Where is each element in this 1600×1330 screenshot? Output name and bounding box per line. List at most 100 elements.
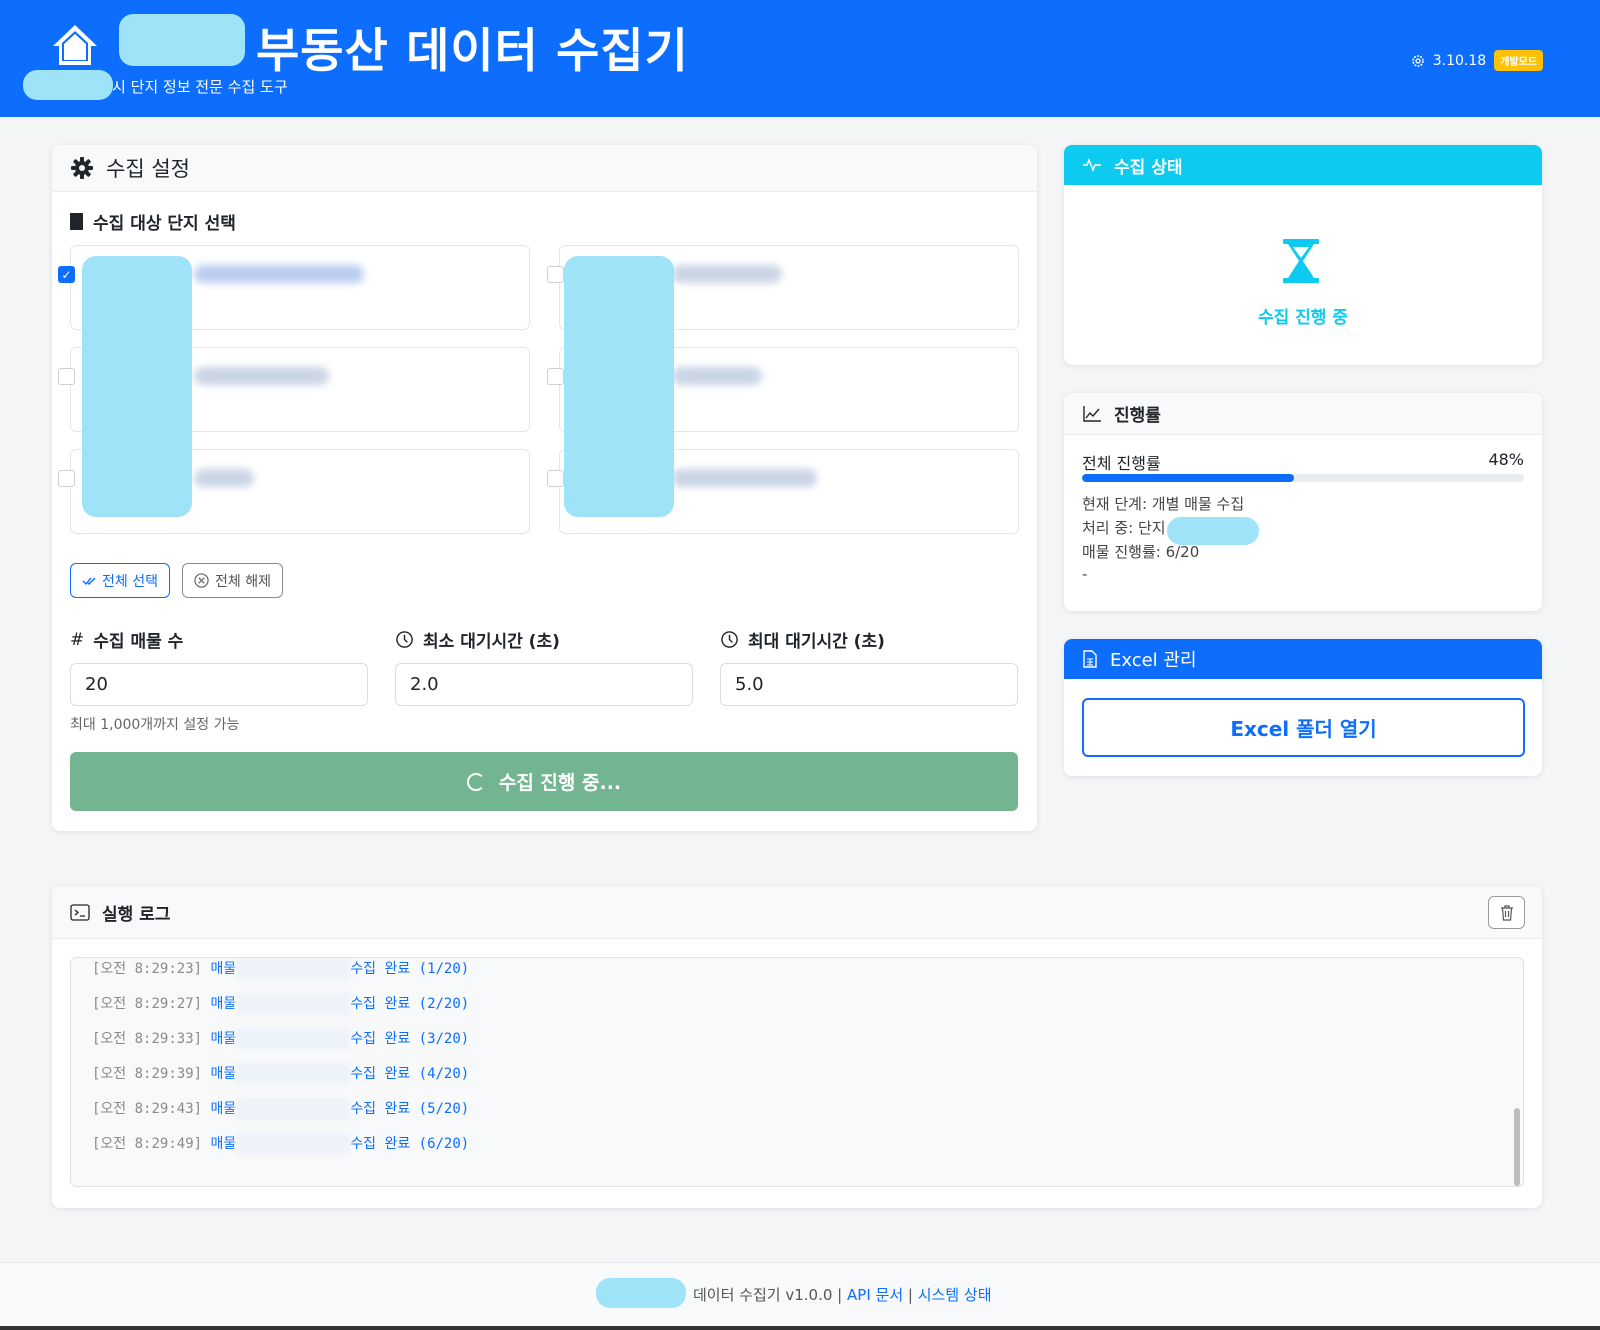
redacted-region xyxy=(564,256,674,517)
blurred-log-name xyxy=(236,993,351,1015)
log-message-prefix: 매물 xyxy=(210,1031,237,1047)
select-all-button[interactable]: 전체 선택 xyxy=(70,563,170,598)
complex-checkbox[interactable] xyxy=(58,470,75,487)
log-message-prefix: 매물 xyxy=(210,1101,237,1117)
redacted-region xyxy=(596,1278,686,1308)
redacted-region xyxy=(119,14,245,66)
clock-icon xyxy=(721,631,738,648)
blurred-complex-name xyxy=(672,265,782,283)
api-docs-link[interactable]: API 문서 xyxy=(847,1286,903,1304)
complex-checkbox[interactable] xyxy=(547,470,564,487)
home-icon xyxy=(53,25,97,65)
blurred-log-name xyxy=(236,1098,351,1120)
blurred-complex-name xyxy=(194,469,254,487)
log-entry: [오전 8:29:39] 매물 수집 완료 (4/20) xyxy=(92,1063,469,1085)
double-check-icon xyxy=(82,577,96,585)
log-message-prefix: 매물 xyxy=(210,996,237,1012)
building-icon xyxy=(70,213,83,230)
progress-title: 진행률 xyxy=(1114,406,1161,426)
log-time: [오전 8:29:43] xyxy=(92,1101,203,1117)
status-card: 수집 상태 수집 진행 중 xyxy=(1064,145,1542,365)
hourglass-icon xyxy=(1283,239,1319,283)
open-excel-folder-button[interactable]: Excel 폴더 열기 xyxy=(1082,698,1525,757)
complex-checkbox[interactable]: ✓ xyxy=(58,266,75,283)
log-message-prefix: 매물 xyxy=(210,1066,237,1082)
log-card-header: 실행 로그 xyxy=(52,886,1542,939)
deselect-all-label: 전체 해제 xyxy=(215,573,271,590)
log-title: 실행 로그 xyxy=(102,904,171,925)
trash-icon xyxy=(1500,904,1513,921)
redacted-region xyxy=(23,70,113,100)
app-subtitle: 시 단지 정보 전문 수집 도구 xyxy=(112,78,288,96)
deselect-all-button[interactable]: 전체 해제 xyxy=(182,563,283,598)
system-status-link[interactable]: 시스템 상태 xyxy=(918,1286,992,1304)
line-chart-icon xyxy=(1083,405,1101,422)
status-text: 수집 진행 중 xyxy=(1257,308,1349,328)
blurred-log-name xyxy=(236,1028,351,1050)
log-entry: [오전 8:29:27] 매물 수집 완료 (2/20) xyxy=(92,993,469,1015)
select-all-label: 전체 선택 xyxy=(102,573,158,590)
excel-card: Excel 관리 Excel 폴더 열기 xyxy=(1064,639,1542,776)
complex-checkbox[interactable] xyxy=(547,266,564,283)
overall-progress-label: 전체 진행률 xyxy=(1082,454,1161,473)
log-scrollbar[interactable] xyxy=(1514,1108,1520,1186)
min-wait-label: 최소 대기시간 (초) xyxy=(395,627,560,652)
log-output[interactable]: [오전 8:29:23] 매물 수집 완료 (1/20) [오전 8:29:27]… xyxy=(70,957,1524,1187)
log-entry: [오전 8:29:49] 매물 수집 완료 (6/20) xyxy=(92,1133,469,1155)
count-label-text: 수집 매물 수 xyxy=(93,632,184,652)
log-entry: [오전 8:29:33] 매물 수집 완료 (3/20) xyxy=(92,1028,469,1050)
footer-product-text: 데이터 수집기 v1.0.0 xyxy=(693,1286,833,1304)
log-message-suffix: 수집 완료 (5/20) xyxy=(350,1101,470,1117)
log-message-suffix: 수집 완료 (3/20) xyxy=(350,1031,470,1047)
version-info: 3.10.18 개발모드 xyxy=(1411,50,1543,71)
overall-progress-fill xyxy=(1082,474,1295,482)
max-wait-label: 최대 대기시간 (초) xyxy=(720,627,885,652)
count-input[interactable] xyxy=(70,663,368,706)
excel-card-header: Excel 관리 xyxy=(1064,639,1542,679)
min-wait-label-text: 최소 대기시간 (초) xyxy=(423,632,560,652)
gear-icon xyxy=(1412,54,1424,67)
log-message-suffix: 수집 완료 (4/20) xyxy=(350,1066,470,1082)
target-label-text: 수집 대상 단지 선택 xyxy=(93,214,236,234)
overall-progress-row: 전체 진행률 48% xyxy=(1082,450,1524,474)
complex-checkbox[interactable] xyxy=(58,368,75,385)
blurred-complex-name xyxy=(194,367,329,385)
blurred-log-name xyxy=(236,1063,351,1085)
collect-run-button[interactable]: 수집 진행 중... xyxy=(70,752,1018,811)
circle-x-icon xyxy=(194,573,209,588)
app-title: 부동산 데이터 수집기 xyxy=(256,24,689,79)
min-wait-input[interactable] xyxy=(395,663,693,706)
version-text: 3.10.18 xyxy=(1432,52,1487,69)
window-bottom-edge xyxy=(0,1326,1600,1330)
log-entry: [오전 8:29:43] 매물 수집 완료 (5/20) xyxy=(92,1098,469,1120)
log-message-suffix: 수집 완료 (1/20) xyxy=(350,961,470,977)
activity-icon xyxy=(1083,157,1101,173)
settings-card: 수집 설정 수집 대상 단지 선택 ✓ 전체 선택 전체 해제 # 수집 매물 … xyxy=(52,145,1037,831)
overall-progress-percent: 48% xyxy=(1488,450,1524,469)
footer-separator: | xyxy=(837,1286,843,1304)
blurred-complex-name xyxy=(672,367,762,385)
log-message-suffix: 수집 완료 (2/20) xyxy=(350,996,470,1012)
spreadsheet-icon xyxy=(1083,650,1097,668)
spinner-icon xyxy=(466,772,485,791)
clock-icon xyxy=(396,631,413,648)
status-card-header: 수집 상태 xyxy=(1064,145,1542,185)
clear-log-button[interactable] xyxy=(1488,896,1525,929)
complex-checkbox[interactable] xyxy=(547,368,564,385)
log-message-prefix: 매물 xyxy=(210,961,237,977)
processing-text: 처리 중: 단지 xyxy=(1082,519,1166,537)
log-time: [오전 8:29:33] xyxy=(92,1031,203,1047)
log-message-prefix: 매물 xyxy=(210,1136,237,1152)
log-entry: [오전 8:29:23] 매물 수집 완료 (1/20) xyxy=(92,958,469,980)
count-label: # 수집 매물 수 xyxy=(70,627,184,653)
max-wait-input[interactable] xyxy=(720,663,1018,706)
target-section-label: 수집 대상 단지 선택 xyxy=(70,209,236,234)
blurred-log-name xyxy=(236,1133,351,1155)
log-message-suffix: 수집 완료 (6/20) xyxy=(350,1136,470,1152)
status-title: 수집 상태 xyxy=(1114,157,1183,178)
log-time: [오전 8:29:27] xyxy=(92,996,203,1012)
log-time: [오전 8:29:39] xyxy=(92,1066,203,1082)
listing-progress-text: 매물 진행률: 6/20 xyxy=(1082,543,1200,561)
overall-progress-bar xyxy=(1082,474,1524,482)
progress-card-header: 진행률 xyxy=(1064,393,1542,435)
